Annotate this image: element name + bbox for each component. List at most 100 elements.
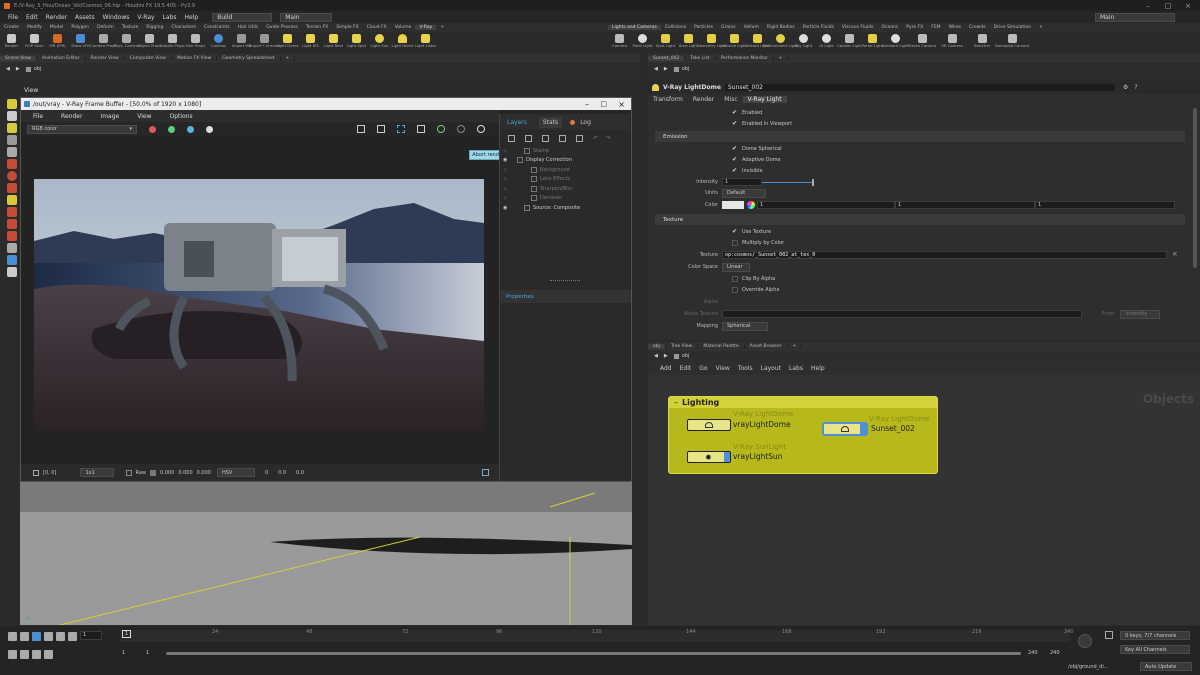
stop-icon[interactable] [32,631,41,641]
tab-render[interactable]: Render [688,96,719,103]
select-tool-icon[interactable] [7,99,17,109]
layer-row[interactable]: ◉ Display Correction [500,156,630,166]
menu-file[interactable]: File [8,14,18,21]
end-frame[interactable]: 240 [1028,650,1038,656]
right-context-dropdown[interactable]: Main [1095,12,1175,22]
settings-icon[interactable] [44,649,53,659]
add-tab-icon[interactable]: + [281,56,296,61]
lock-icon[interactable] [7,111,17,121]
gi-light-tool[interactable]: GI Light [815,32,838,48]
shelf-tab[interactable]: Cloud FX [363,25,391,30]
network-box-lighting[interactable]: – Lighting V-Ray LightDome vrayLightDome… [668,396,938,474]
shelf-tab[interactable]: Simple FX [332,25,362,30]
object-props-tool[interactable]: Object Props [138,32,162,48]
tab-vray-light[interactable]: V-Ray Light [742,96,787,103]
net-menu-go[interactable]: Go [699,365,707,372]
intensity-slider[interactable] [762,181,812,183]
net-menu-edit[interactable]: Edit [680,365,692,372]
shelf-tab[interactable]: Create [0,25,23,30]
eye-icon[interactable]: ◉ [503,167,509,173]
caustic-light-tool[interactable]: Caustic Light [837,32,862,48]
camera-tool-icon[interactable] [7,255,17,265]
raw-checkbox[interactable] [126,469,133,476]
channel-dropdown[interactable]: RGB color ▾ [27,124,137,134]
net-menu-help[interactable]: Help [811,365,825,372]
network-path-text[interactable]: obj [682,353,690,359]
tab-take-list[interactable]: Take List [685,56,716,61]
light-direct-tool[interactable]: Light Direct [276,32,299,48]
shelf-tab[interactable]: Hair Utils [234,25,263,30]
move-tool-icon[interactable] [7,159,17,169]
tab-transform[interactable]: Transform [648,96,688,103]
sky-light-tool[interactable]: Sky Light [792,32,815,48]
vfb-close-icon[interactable]: × [618,100,625,109]
shelf-tab[interactable]: Guide Process [262,25,302,30]
current-frame-field[interactable]: 1 [80,631,102,640]
vfb-minimize-icon[interactable]: – [585,100,589,109]
menu-assets[interactable]: Assets [75,14,95,21]
playhead-marker[interactable]: 1 [122,630,131,638]
light-dome-tool[interactable]: Light Dome [391,32,414,48]
right-path-text[interactable]: obj [682,66,690,72]
camera-props-tool[interactable]: Camera Props [90,32,117,48]
shelf-tab[interactable]: Pyro FX [902,25,927,30]
camera-tool[interactable]: Camera [608,32,631,48]
vfb-menu-view[interactable]: View [137,113,151,120]
shelf-tab[interactable]: Rigid Bodies [763,25,799,30]
color-b-field[interactable]: 1 [1035,201,1175,209]
import-vrmesh-tool[interactable]: Import *.vrmesh [249,32,280,48]
red-channel-icon[interactable] [149,125,156,133]
shelf-tab[interactable]: Characters [167,25,200,30]
light-lister-tool[interactable]: Light Lister [414,32,437,48]
forward-arrow-icon[interactable]: ▶ [664,353,668,359]
range-icon[interactable] [20,649,29,659]
end-frame-2[interactable]: 240 [1050,650,1060,656]
alpha-from-dropdown[interactable]: Intensity [1120,309,1161,319]
net-menu-add[interactable]: Add [660,365,672,372]
geometry-light-tool[interactable]: Geometry Light [697,32,726,48]
tab-log[interactable]: Log [578,117,593,128]
key-channels-icon[interactable] [1105,631,1113,639]
green-channel-icon[interactable] [168,125,175,133]
tab-material-palette[interactable]: Material Palette [698,344,745,349]
tab-tree-view[interactable]: Tree View [666,344,699,349]
mapping-dropdown[interactable]: Spherical [722,321,768,331]
eye-icon[interactable]: ◉ [503,195,509,201]
tab-layers[interactable]: Layers [503,117,531,128]
shelf-tab[interactable]: Crowds [965,25,990,30]
layer-row[interactable]: ◉ Lens Effects [500,175,630,185]
transform-tool-icon[interactable] [7,195,17,205]
color-swatch[interactable] [722,201,744,209]
enabled-viewport-checkbox[interactable]: ✔ [732,121,738,127]
dome-spherical-checkbox[interactable]: ✔ [732,146,738,152]
magnet-icon[interactable] [7,219,17,229]
intensity-field[interactable]: 1 [722,178,762,186]
rop-farm-tool[interactable]: ROP Farm [23,32,46,48]
net-menu-layout[interactable]: Layout [761,365,781,372]
subdiv-props-tool[interactable]: Subdiv Props [160,32,185,48]
ipr-icon[interactable] [437,125,445,133]
params-scrollbar[interactable] [1193,108,1197,268]
create-layer-icon[interactable] [508,134,515,142]
save-layers-icon[interactable] [525,134,532,142]
start-frame[interactable]: 1 [122,650,125,656]
invisible-checkbox[interactable]: ✔ [732,168,738,174]
point-light-tool[interactable]: Point Light [631,32,654,48]
adaptive-dome-checkbox[interactable]: ✔ [732,157,738,163]
portal-light-tool[interactable]: Portal Light [861,32,884,48]
gear-icon[interactable]: ⚙ [1123,84,1128,91]
snap-tool-icon[interactable] [7,207,17,217]
spot-light-tool[interactable]: Spot Light [654,32,677,48]
add-shelf-tab-icon[interactable]: + [1035,25,1047,30]
eye-icon[interactable]: ◉ [503,157,509,163]
override-alpha-checkbox[interactable] [732,287,738,293]
view-tool-icon[interactable] [7,231,17,241]
history-icon[interactable] [482,469,489,476]
shelf-tab[interactable]: Rigging [142,25,167,30]
step-back-icon[interactable] [20,631,29,641]
shelf-tab[interactable]: Constraints [200,25,234,30]
layer-list-icon[interactable] [576,134,583,142]
zoom-dropdown[interactable]: 1x1 [80,468,115,477]
left-path-text[interactable]: obj [34,66,42,72]
layer-presets-icon[interactable] [559,134,566,142]
